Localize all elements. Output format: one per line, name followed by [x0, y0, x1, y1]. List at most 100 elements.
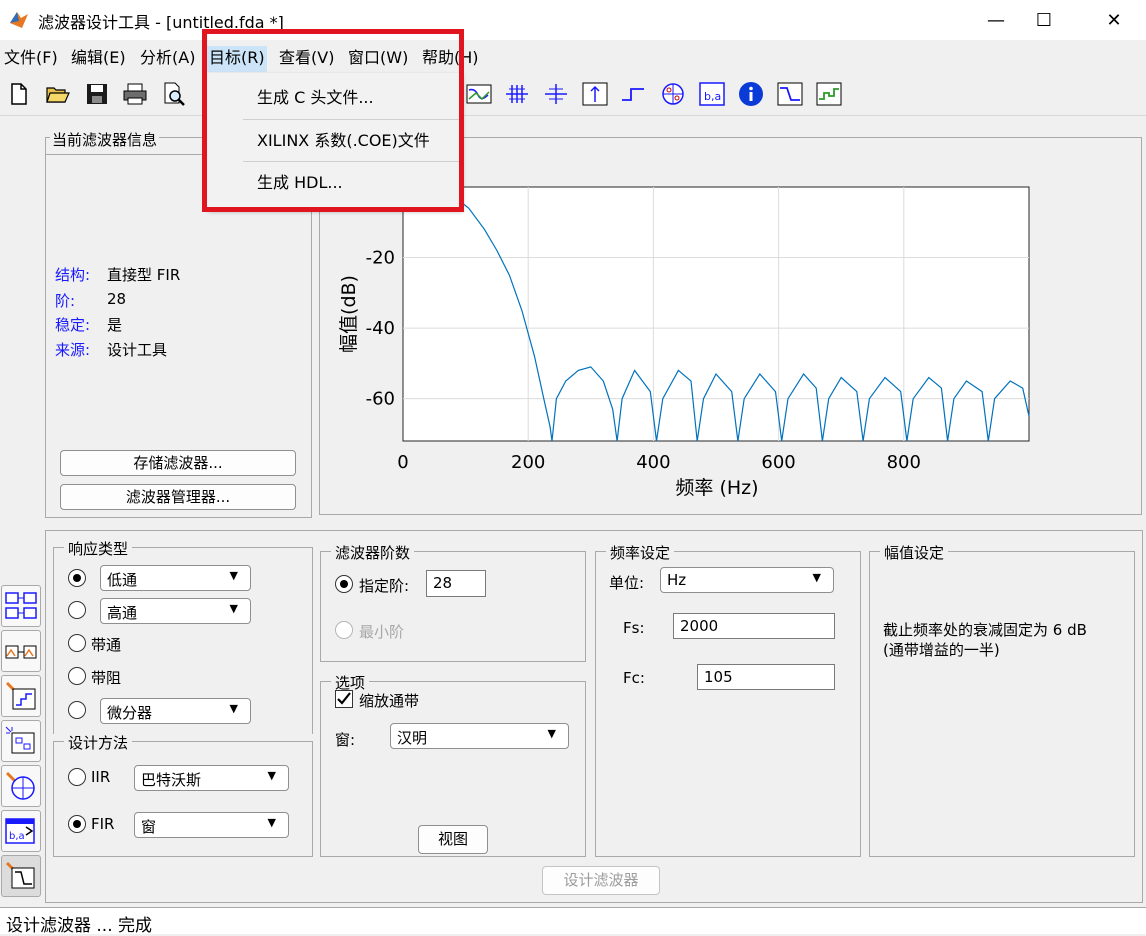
info-panel-title: 当前滤波器信息 — [50, 129, 160, 150]
menu-file[interactable]: 文件(F) — [2, 46, 60, 72]
order-input[interactable]: 28 — [426, 570, 486, 597]
scale-passband-label: 缩放通带 — [359, 692, 420, 710]
window-select-value: 汉明 — [397, 729, 428, 747]
save-icon[interactable] — [84, 81, 110, 107]
menu-targets[interactable]: 目标(R) — [207, 46, 267, 72]
pole-zero-editor-icon[interactable] — [1, 765, 41, 807]
fir-method-select[interactable]: 窗 ▼ — [134, 812, 289, 838]
menu-edit[interactable]: 编辑(E) — [69, 46, 128, 72]
magnitude-phase-icon[interactable] — [466, 81, 492, 107]
close-button[interactable]: ✕ — [1084, 0, 1144, 40]
scale-passband-checkbox[interactable] — [335, 690, 353, 708]
magnitude-spec-group: 幅值设定 — [869, 542, 1135, 857]
impulse-response-icon[interactable] — [582, 81, 608, 107]
iir-method-value: 巴特沃斯 — [141, 771, 202, 789]
fs-label: Fs: — [623, 619, 645, 637]
menu-window[interactable]: 窗口(W) — [346, 46, 410, 72]
design-method-group: 设计方法 — [53, 732, 313, 857]
differentiator-select-value: 微分器 — [107, 704, 153, 722]
generate-c-header-item[interactable]: 生成 C 头文件... — [207, 79, 462, 117]
structure-value: 直接型 FIR — [107, 266, 181, 284]
svg-text:b,a: b,a — [9, 831, 25, 842]
x-tick-label: 200 — [511, 452, 545, 473]
menu-help[interactable]: 帮助(H) — [420, 46, 481, 72]
units-select[interactable]: Hz ▼ — [660, 567, 834, 593]
open-folder-icon[interactable] — [45, 81, 71, 107]
lowpass-select-value: 低通 — [107, 571, 138, 589]
phase-delay-icon[interactable] — [543, 81, 569, 107]
import-filter-icon[interactable]: b,a — [1, 810, 41, 852]
fir-method-value: 窗 — [141, 818, 157, 836]
iir-method-select[interactable]: 巴特沃斯 ▼ — [134, 765, 289, 791]
pole-zero-icon[interactable] — [660, 81, 686, 107]
store-filter-button[interactable]: 存储滤波器... — [60, 450, 296, 476]
chevron-down-icon: ▼ — [267, 769, 276, 782]
realize-model-sidebar-icon[interactable] — [1, 720, 41, 762]
checkmark-icon — [337, 692, 351, 705]
lowpass-select[interactable]: 低通 ▼ — [100, 565, 251, 591]
matlab-logo-icon — [10, 12, 28, 28]
differentiator-radio[interactable] — [68, 701, 86, 719]
design-filter-button[interactable]: 设计滤波器 — [542, 866, 660, 895]
bandstop-label: 带阻 — [91, 669, 122, 687]
x-tick-label: 400 — [636, 452, 670, 473]
specify-order-radio[interactable] — [335, 575, 353, 593]
order-label: 阶: — [55, 292, 76, 310]
xilinx-coe-item[interactable]: XILINX 系数(.COE)文件 — [207, 122, 462, 160]
frequency-spec-group: 频率设定 — [595, 542, 861, 857]
info-icon[interactable] — [738, 81, 764, 107]
fc-input[interactable]: 105 — [697, 664, 835, 690]
quantize-filter-icon[interactable] — [1, 675, 41, 717]
x-axis-label: 频率 (Hz) — [675, 477, 758, 499]
print-icon[interactable] — [122, 81, 148, 107]
filter-order-group: 滤波器阶数 — [320, 542, 586, 662]
status-bar: 设计滤波器 ... 完成 — [0, 907, 1146, 936]
fir-label: FIR — [91, 815, 115, 833]
view-button[interactable]: 视图 — [418, 825, 488, 854]
bandstop-radio[interactable] — [68, 667, 86, 685]
source-value: 设计工具 — [107, 341, 168, 359]
step-response-icon[interactable] — [620, 81, 646, 107]
group-delay-icon[interactable] — [504, 81, 530, 107]
multirate-filter-icon[interactable] — [1, 630, 41, 672]
filter-manager-button[interactable]: 滤波器管理器... — [60, 484, 296, 510]
generate-c-header-label: 生成 C 头文件... — [257, 88, 374, 107]
magnitude-spec-text-2: (通带增益的一半) — [883, 641, 1000, 659]
magnitude-spec-title: 幅值设定 — [880, 542, 949, 563]
transform-filter-icon[interactable] — [1, 585, 41, 627]
structure-label: 结构: — [55, 266, 91, 284]
menu-view[interactable]: 查看(V) — [277, 46, 336, 72]
y-tick-label: -60 — [366, 389, 395, 410]
title-bar: 滤波器设计工具 - [untitled.fda *] — ☐ ✕ — [0, 0, 1146, 40]
highpass-select[interactable]: 高通 ▼ — [100, 598, 251, 624]
lowpass-radio[interactable] — [68, 569, 86, 587]
iir-radio[interactable] — [68, 768, 86, 786]
x-tick-label: 800 — [887, 452, 921, 473]
generate-hdl-item[interactable]: 生成 HDL... — [207, 164, 462, 202]
chevron-down-icon: ▼ — [547, 727, 556, 740]
filter-coefficients-icon[interactable]: b,a — [699, 81, 725, 107]
chevron-down-icon: ▼ — [812, 571, 821, 584]
response-type-title: 响应类型 — [64, 538, 133, 559]
targets-dropdown-menu: 生成 C 头文件... XILINX 系数(.COE)文件 生成 HDL... — [207, 73, 462, 210]
minimum-order-radio[interactable] — [335, 621, 353, 639]
design-method-title: 设计方法 — [64, 732, 133, 753]
highpass-radio[interactable] — [68, 601, 86, 619]
chevron-down-icon: ▼ — [229, 702, 238, 715]
magnitude-response-icon[interactable] — [777, 81, 803, 107]
fs-input[interactable]: 2000 — [673, 613, 835, 639]
units-label: 单位: — [609, 574, 645, 592]
realize-model-icon[interactable] — [816, 81, 842, 107]
menu-analysis[interactable]: 分析(A) — [138, 46, 197, 72]
new-icon[interactable] — [6, 81, 32, 107]
differentiator-select[interactable]: 微分器 ▼ — [100, 698, 251, 724]
maximize-button[interactable]: ☐ — [1014, 0, 1074, 40]
fir-radio[interactable] — [68, 815, 86, 833]
toolbar: b,a — [0, 75, 1146, 116]
design-filter-sidebar-icon[interactable] — [1, 855, 41, 897]
window-select[interactable]: 汉明 ▼ — [390, 723, 569, 749]
y-axis-label: 幅值(dB) — [338, 275, 360, 353]
highpass-select-value: 高通 — [107, 604, 138, 622]
bandpass-radio[interactable] — [68, 634, 86, 652]
print-preview-icon[interactable] — [161, 81, 187, 107]
